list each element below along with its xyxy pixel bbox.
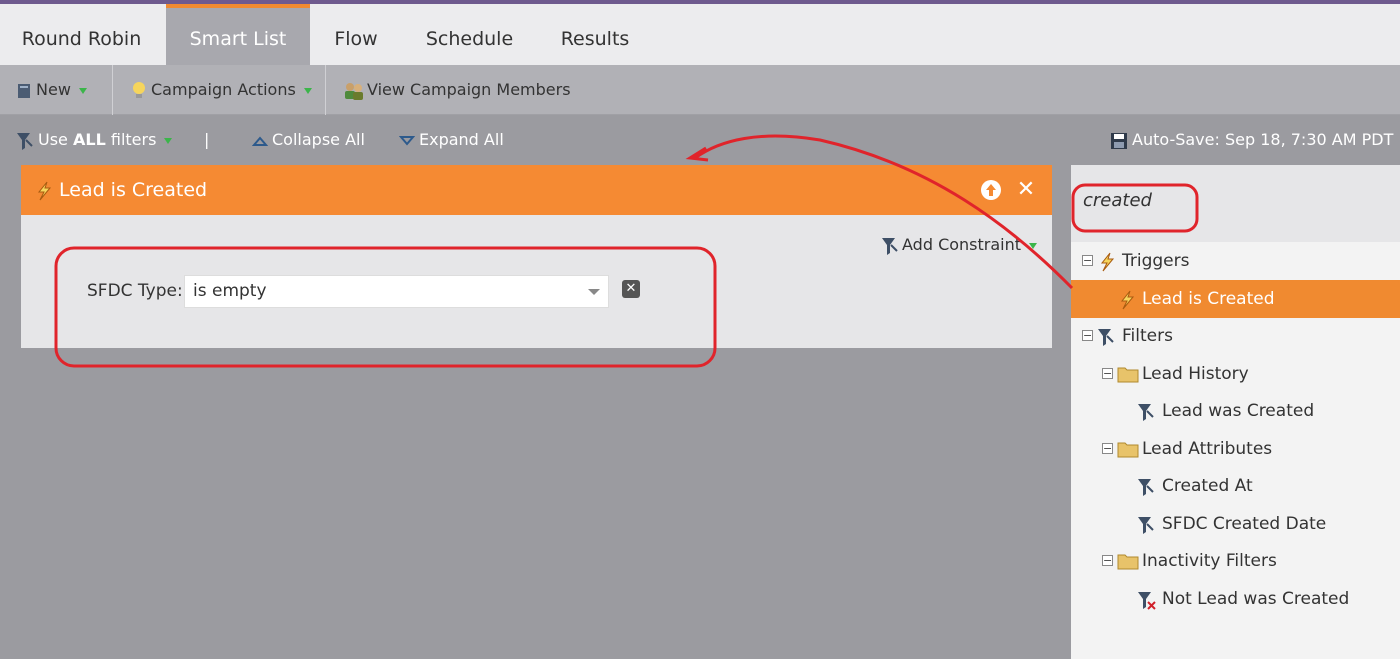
remove-constraint-icon[interactable]: ✕: [622, 280, 640, 298]
folder-icon: [1117, 442, 1139, 458]
chevron-down-icon: [1029, 242, 1038, 249]
new-label: New: [36, 80, 71, 99]
tree-folder-lead-attributes[interactable]: − Lead Attributes: [1071, 430, 1400, 468]
use-all-filters-button[interactable]: Use ALL filters: [16, 116, 173, 164]
collapse-toggle-icon[interactable]: −: [1082, 255, 1093, 266]
collapse-toggle-icon[interactable]: −: [1102, 443, 1113, 454]
lightning-icon: [1120, 290, 1135, 310]
tree-label: Triggers: [1122, 251, 1190, 271]
tree-folder-inactivity-filters[interactable]: − Inactivity Filters: [1071, 542, 1400, 580]
folder-icon: [1117, 554, 1139, 570]
filter-icon: [1138, 404, 1154, 421]
use-all-bold: ALL: [72, 130, 106, 149]
lightning-icon: [37, 181, 52, 201]
tree-label: Lead was Created: [1162, 401, 1315, 421]
tree-group-filters[interactable]: − Filters: [1071, 317, 1400, 355]
filter-icon: [17, 132, 33, 150]
new-button[interactable]: New: [17, 65, 87, 115]
tree-item-lead-was-created[interactable]: Lead was Created: [1071, 392, 1400, 430]
tree-folder-lead-history[interactable]: − Lead History: [1071, 355, 1400, 393]
expand-label: Expand All: [419, 130, 504, 149]
use-prefix: Use: [38, 130, 68, 149]
tree-item-sfdc-created-date[interactable]: SFDC Created Date: [1071, 505, 1400, 543]
tree-label: Lead is Created: [1142, 289, 1275, 309]
add-constraint-label: Add Constraint: [902, 235, 1022, 254]
move-up-button[interactable]: [981, 180, 1001, 200]
collapse-all-button[interactable]: Collapse All: [251, 116, 365, 164]
tab-smart-list[interactable]: Smart List: [166, 4, 310, 65]
tree-item-not-lead-was-created[interactable]: Not Lead was Created: [1071, 580, 1400, 618]
dropdown-caret-icon: [588, 289, 600, 295]
filter-bar: Use ALL filters | Collapse All Expand Al…: [0, 116, 1070, 164]
tab-results[interactable]: Results: [540, 4, 650, 65]
lightbulb-icon: [133, 81, 145, 98]
constraint-value-select[interactable]: is empty: [184, 275, 609, 308]
filter-icon: [1098, 329, 1114, 346]
tree-label: SFDC Created Date: [1162, 514, 1327, 534]
negated-filter-icon: [1138, 592, 1156, 610]
autosave-text: Auto-Save: Sep 18, 7:30 AM PDT: [1132, 130, 1394, 149]
search-area: [1071, 165, 1400, 242]
tab-bar: Round Robin Smart List Flow Schedule Res…: [0, 4, 1400, 65]
constraint-label: SFDC Type:: [87, 281, 183, 301]
trigger-card-header[interactable]: Lead is Created ✕: [21, 165, 1052, 215]
campaign-actions-button[interactable]: Campaign Actions: [131, 65, 312, 115]
lightning-icon: [1100, 252, 1115, 272]
people-icon: [345, 82, 363, 100]
tab-round-robin[interactable]: Round Robin: [0, 4, 163, 65]
campaign-actions-label: Campaign Actions: [151, 80, 296, 99]
constraint-value: is empty: [193, 281, 267, 301]
tree-label: Inactivity Filters: [1142, 551, 1277, 571]
chevron-down-icon: [164, 137, 173, 144]
toolbar-divider: [112, 65, 113, 115]
new-icon: [18, 83, 30, 98]
expand-icon: [398, 135, 416, 146]
autosave-status: Auto-Save: Sep 18, 7:30 AM PDT: [1110, 116, 1393, 164]
view-campaign-members-button[interactable]: View Campaign Members: [343, 65, 571, 115]
tree-group-triggers[interactable]: − Triggers: [1071, 242, 1400, 280]
search-input[interactable]: [1083, 190, 1383, 211]
toolbar: New Campaign Actions View Campaign Membe…: [0, 65, 1400, 115]
trigger-card: Lead is Created ✕ Add Constraint SFDC Ty…: [21, 165, 1052, 348]
tree-label: Not Lead was Created: [1162, 589, 1350, 609]
collapse-toggle-icon[interactable]: −: [1102, 368, 1113, 379]
tree-label: Created At: [1162, 476, 1253, 496]
chevron-down-icon: [303, 87, 312, 94]
filter-icon: [882, 237, 898, 255]
tree-item-created-at[interactable]: Created At: [1071, 467, 1400, 505]
trigger-card-title: Lead is Created: [59, 179, 208, 201]
collapse-toggle-icon[interactable]: −: [1102, 555, 1113, 566]
separator: |: [204, 130, 210, 149]
filter-icon: [1138, 479, 1154, 496]
tree-label: Lead History: [1142, 364, 1249, 384]
view-members-label: View Campaign Members: [367, 80, 571, 99]
expand-all-button[interactable]: Expand All: [398, 116, 504, 164]
tab-schedule[interactable]: Schedule: [402, 4, 537, 65]
tree-label: Filters: [1122, 326, 1173, 346]
collapse-toggle-icon[interactable]: −: [1082, 330, 1093, 341]
arrow-up-icon: [986, 184, 996, 196]
tree-label: Lead Attributes: [1142, 439, 1273, 459]
folder-icon: [1117, 367, 1139, 383]
tree-item-lead-is-created[interactable]: Lead is Created: [1071, 280, 1400, 318]
add-constraint-button[interactable]: Add Constraint: [881, 235, 1038, 256]
filter-icon: [1138, 517, 1154, 534]
close-icon[interactable]: ✕: [1015, 177, 1037, 203]
save-icon: [1111, 132, 1127, 149]
trigger-filter-palette: − Triggers Lead is Created − Filters − L…: [1071, 165, 1400, 659]
collapse-icon: [251, 135, 269, 146]
toolbar-divider: [325, 65, 326, 115]
chevron-down-icon: [78, 87, 87, 94]
tab-flow[interactable]: Flow: [313, 4, 399, 65]
use-suffix: filters: [110, 130, 157, 149]
collapse-label: Collapse All: [272, 130, 365, 149]
